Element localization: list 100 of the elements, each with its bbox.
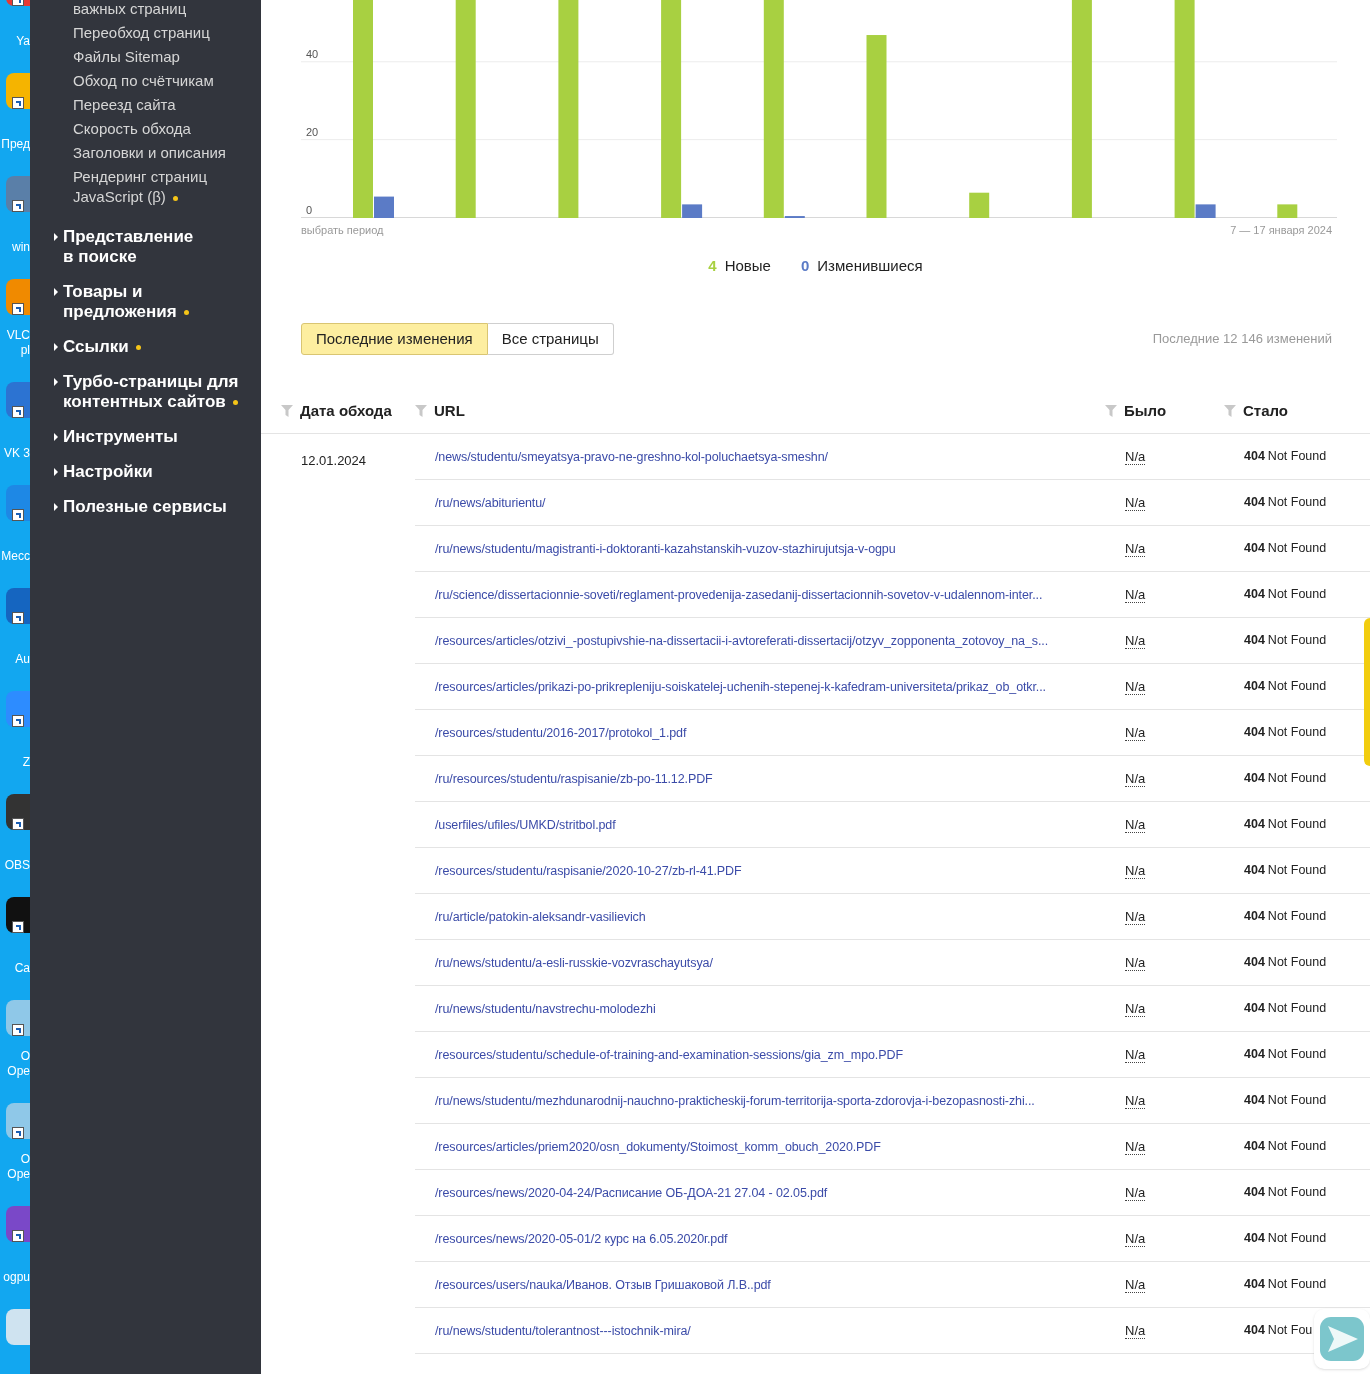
icon-label: Au [14,652,30,667]
table-cell: N/a [1125,586,1146,603]
url-link[interactable]: /ru/article/patokin-aleksandr-vasilievich [435,909,646,924]
shortcut-arrow-icon [12,612,24,624]
column-header[interactable]: Было [1124,399,1167,423]
status-cell-text: 404 Not Fou [1244,1322,1313,1340]
url-link[interactable]: /userfiles/ufiles/UMKD/stritbol.pdf [435,817,616,832]
url-link[interactable]: /resources/news/2020-04-24/Расписание ОБ-ДОА-21 27.04 - 02.05.pdf [435,1185,828,1200]
url-link[interactable]: /ru/resources/studentu/raspisanie/zb-po-11.12.PDF [435,771,713,786]
table-cell: N/a [1125,724,1146,741]
caret-icon [54,288,58,296]
column-header[interactable]: Дата обхода [300,399,392,423]
icon-label: pl [19,343,30,358]
caret-icon [54,378,58,386]
sidebar-link[interactable]: Обход по счётчикам [73,71,214,91]
table-cell: N/a [1125,1046,1146,1063]
icon-label: Ope [6,1064,30,1079]
url-link[interactable]: /ru/news/studentu/tolerantnost---istochnik-mira/ [435,1323,691,1338]
url-link[interactable]: /resources/studentu/2016-2017/protokol_1.pdf [435,725,687,740]
sidebar-link[interactable]: Файлы Sitemap [73,47,180,67]
column-header[interactable]: URL [434,399,465,423]
axis-tick-label: 20 [306,125,319,141]
url-link[interactable]: /ru/news/studentu/magistranti-i-doktoranti-kazahstanskih-vuzov-stazhirujutsja-v-ogpu [435,541,896,556]
sidebar-section[interactable]: Полезные сервисы [63,497,227,517]
sidebar-link[interactable]: Рендеринг страниц JavaScript (β) [73,167,208,207]
icon-label: Z [21,755,30,770]
caret-icon [54,468,58,476]
sidebar-section[interactable]: Товары и предложения [63,282,189,322]
table-cell: N/a [1125,1184,1146,1201]
url-link[interactable]: /ru/news/studentu/a-esli-russkie-vozvraschayutsya/ [435,955,713,970]
table-cell: N/a [1125,954,1146,971]
status-cell-text: 404 Not Found [1244,540,1327,558]
bar [969,192,990,218]
icon-label: Ya [15,34,30,49]
table-cell: N/a [1125,1230,1146,1247]
icon-label: Ca [13,961,30,976]
status-cell-text: 404 Not Found [1244,448,1327,466]
url-link[interactable]: /ru/news/abiturientu/ [435,495,546,510]
url-link[interactable]: /resources/news/2020-05-01/2 курс на 6.05.2020г.pdf [435,1231,728,1246]
shortcut-arrow-icon [12,1024,24,1036]
url-link[interactable]: /ru/news/studentu/mezhdunarodnij-nauchno-prakticheskij-forum-territorija-sporta-zdorovja-i-bezopasnosti-zhi... [435,1093,1035,1108]
legend-label: Новые [724,255,771,276]
status-cell-text: 404 Not Found [1244,1184,1327,1202]
legend-label: Изменившиеся [817,255,923,276]
caret-icon [54,503,58,511]
axis-tick-label: 0 [306,203,313,218]
sidebar-link[interactable]: Переобход страниц [73,23,210,43]
shortcut-arrow-icon [12,818,24,830]
shortcut-arrow-icon [12,1230,24,1242]
axis-tick-label: 40 [306,47,319,63]
status-cell-text: 404 Not Found [1244,586,1327,604]
shortcut-arrow-icon [12,1127,24,1139]
sidebar-link[interactable]: Переезд сайта [73,95,176,115]
status-cell-text: 404 Not Found [1244,1230,1327,1248]
status-cell-text: 404 Not Found [1244,1276,1327,1294]
shortcut-arrow-icon [12,303,24,315]
status-cell-text: 404 Not Found [1244,494,1327,512]
sidebar-section[interactable]: Настройки [63,462,153,482]
shortcut-arrow-icon [12,921,24,933]
url-link[interactable]: /news/studentu/smeyatsya-pravo-ne-greshno-kol-poluchaetsya-smeshn/ [435,449,828,464]
sidebar-section[interactable]: Представление в поиске [63,227,194,267]
table-cell: N/a [1125,1322,1146,1339]
table-cell: N/a [1125,908,1146,925]
icon-label: VK 3 [3,446,30,461]
icon-label: OBS [3,858,30,873]
tab[interactable]: Все страницы [487,323,614,355]
sidebar-section[interactable]: Ссылки [63,337,141,357]
url-link[interactable]: /resources/articles/prikazi-po-prikrepleniju-soiskatelej-uchenih-stepenej-k-kafedram-universiteta/prikaz_ob_otkr... [435,679,1046,694]
url-link[interactable]: /resources/articles/priem2020/osn_dokumenty/Stoimost_komm_obuch_2020.PDF [435,1139,881,1154]
status-cell-text: 404 Not Found [1244,724,1327,742]
sidebar-link[interactable]: Заголовки и описания [73,143,226,163]
table-cell: 12.01.2024 [301,453,367,468]
url-link[interactable]: /ru/science/dissertacionnie-soveti/reglament-provedenija-zasedanij-dissertacionnih-sovetov-v-udalennom-inter... [435,587,1043,602]
url-link[interactable]: /resources/studentu/raspisanie/2020-10-27/zb-rl-41.PDF [435,863,742,878]
tab[interactable]: Последние изменения [301,323,488,355]
column-header[interactable]: Стало [1243,399,1288,423]
status-cell-text: 404 Not Found [1244,816,1327,834]
url-link[interactable]: /ru/news/studentu/navstrechu-molodezhi [435,1001,656,1016]
sidebar-link[interactable]: Скорость обхода [73,119,191,139]
icon-label: VLC [5,328,30,343]
url-link[interactable]: /resources/users/nauka/Иванов. Отзыв Гришаковой Л.В..pdf [435,1277,771,1292]
status-cell-text: 404 Not Found [1244,1000,1327,1018]
legend-count: 0 [800,255,810,276]
sidebar-section[interactable]: Турбо-страницы для контентных сайтов [63,372,239,412]
table-cell: N/a [1125,678,1146,695]
caret-icon [54,343,58,351]
status-cell-text: 404 Not Found [1244,1046,1327,1064]
status-cell-text: 404 Not Found [1244,770,1327,788]
sidebar-section[interactable]: Инструменты [63,427,178,447]
url-link[interactable]: /resources/articles/otzivi_-postupivshie-na-dissertacii-i-avtoreferati-dissertacij/otzyv_zopponenta_zotovoy_na_s... [435,633,1049,648]
status-cell-text: 404 Not Found [1244,1092,1327,1110]
shortcut-arrow-icon [12,97,24,109]
sidebar-link[interactable]: важных страниц [73,0,187,19]
table-cell: N/a [1125,770,1146,787]
url-link[interactable]: /resources/studentu/schedule-of-training-and-examination-sessions/gia_zm_mpo.PDF [435,1047,903,1062]
caret-icon [54,433,58,441]
table-cell: N/a [1125,1000,1146,1017]
table-cell: N/a [1125,862,1146,879]
status-cell-text: 404 Not Found [1244,1138,1327,1156]
table-cell: N/a [1125,1276,1146,1293]
